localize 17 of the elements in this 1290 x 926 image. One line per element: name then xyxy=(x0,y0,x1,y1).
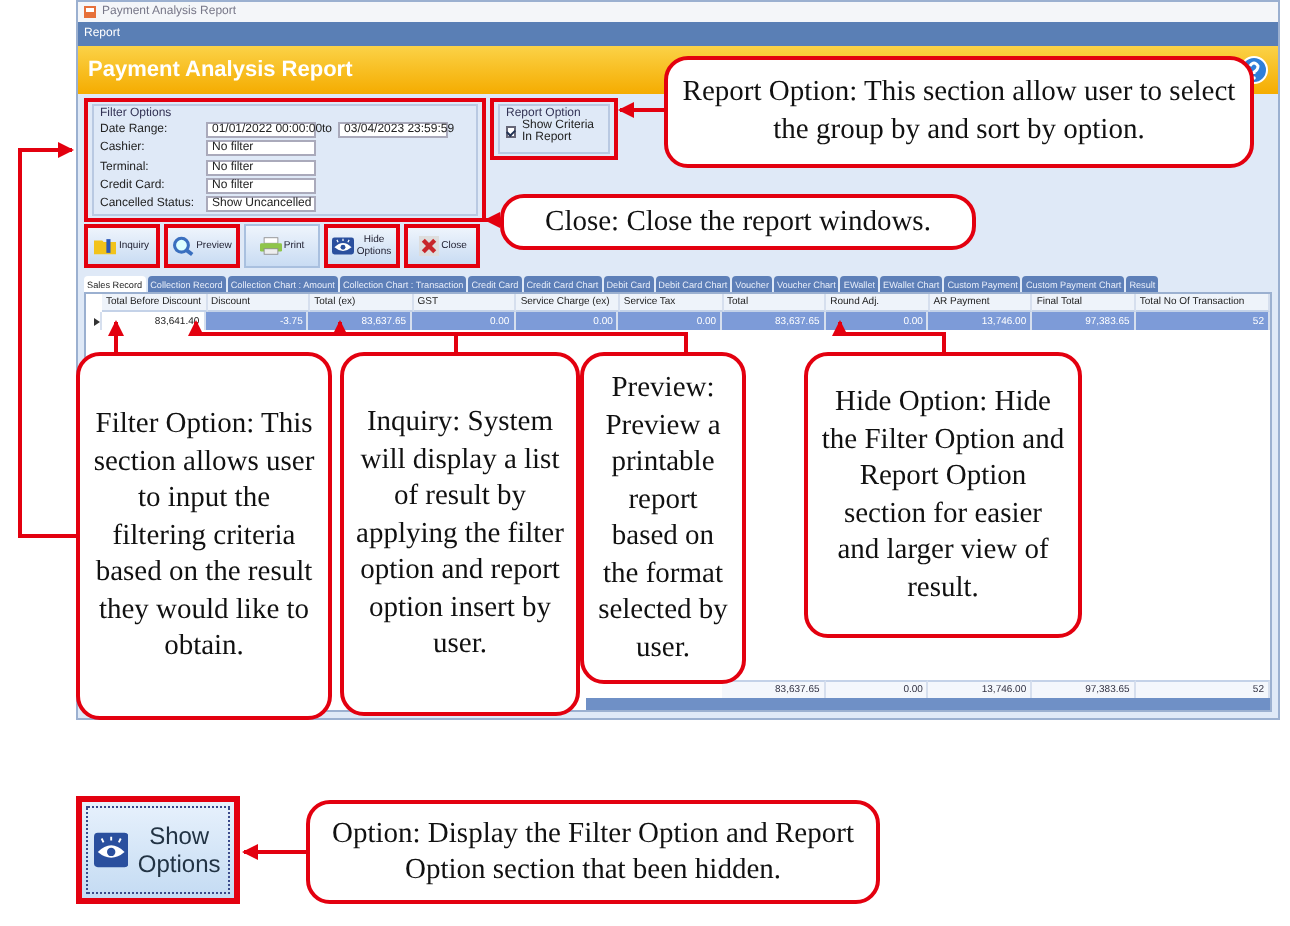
callout-text: Preview: Preview a printable report based on the format selected by user. xyxy=(580,352,746,684)
magnifier-icon xyxy=(172,236,195,256)
eye-icon xyxy=(332,236,354,256)
callout-text: Hide Option: Hide the Filter Option and Report Option section for easier and larger view of result. xyxy=(804,352,1082,638)
printer-icon xyxy=(259,236,282,256)
row-pointer-icon xyxy=(94,317,104,325)
close-icon xyxy=(417,236,440,256)
callout-text: Report Option: This section allow user to select the group by and sort by option. xyxy=(664,56,1254,168)
callout-text: Filter Option: This section allows user to input the filtering criteria based on the result they would like to obtain. xyxy=(76,352,332,720)
checkbox[interactable] xyxy=(506,125,516,137)
show-options-button[interactable]: Show Options xyxy=(76,796,240,904)
report-title: Payment Analysis Report xyxy=(88,58,353,82)
callout-text: Option: Display the Filter Option and Report Option section that been hidden. xyxy=(306,800,880,904)
callout-text: Inquiry: System will display a list of result by applying the filter option and report option insert by user. xyxy=(340,352,580,716)
folder-icon xyxy=(94,236,117,256)
scrollbar[interactable] xyxy=(586,698,1270,710)
callout-text: Close: Close the report windows. xyxy=(500,194,976,250)
